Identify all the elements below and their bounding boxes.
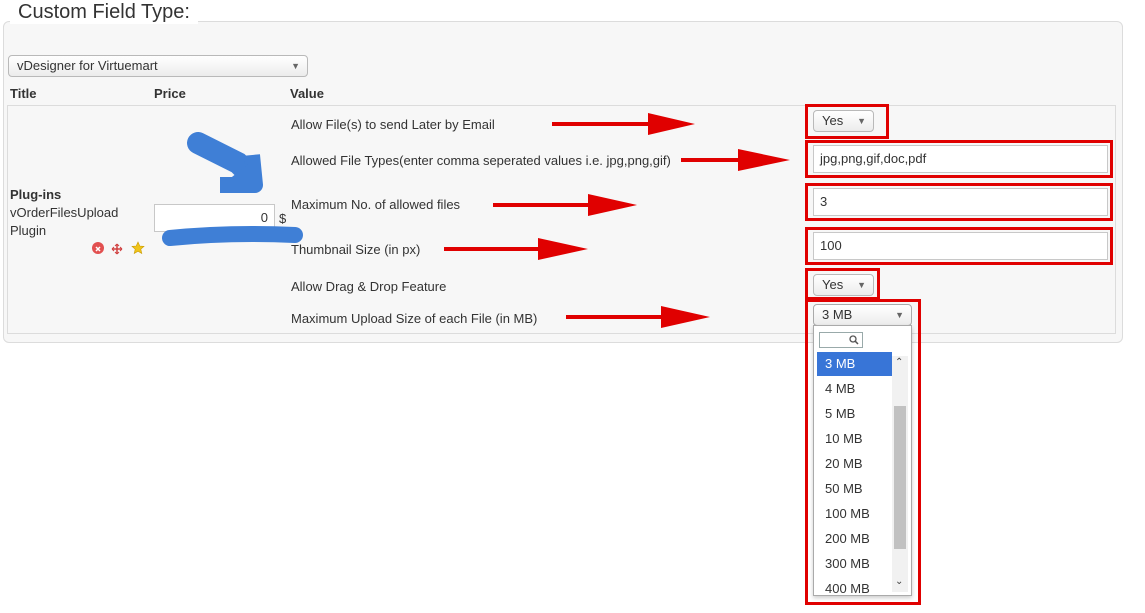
highlight-box	[805, 227, 1113, 265]
highlight-box	[805, 268, 880, 300]
plugin-name-line1: vOrderFilesUpload	[10, 205, 119, 220]
field-type-select-value: vDesigner for Virtuemart	[17, 58, 158, 73]
column-header-value: Value	[290, 86, 324, 101]
thumb-size-label: Thumbnail Size (in px)	[291, 242, 421, 257]
highlight-box	[805, 183, 1113, 221]
max-files-label: Maximum No. of allowed files	[291, 197, 461, 212]
max-upload-label: Maximum Upload Size of each File (in MB)	[291, 311, 538, 326]
plugin-group: Plug-ins	[10, 187, 62, 202]
highlight-box	[805, 299, 921, 605]
move-icon[interactable]	[111, 242, 123, 255]
highlight-box	[805, 104, 889, 139]
column-header-title: Title	[10, 86, 37, 101]
allow-send-later-label: Allow File(s) to send Later by Email	[291, 117, 495, 132]
star-icon[interactable]	[131, 241, 145, 255]
field-type-select[interactable]: vDesigner for Virtuemart ▼	[8, 55, 308, 77]
drag-drop-label: Allow Drag & Drop Feature	[291, 279, 447, 294]
remove-icon[interactable]	[92, 242, 104, 254]
column-header-price: Price	[154, 86, 186, 101]
highlight-box	[805, 140, 1113, 178]
chevron-down-icon: ▼	[291, 61, 300, 71]
highlighter-stroke-icon	[162, 226, 303, 246]
allowed-types-label: Allowed File Types(enter comma seperated…	[291, 153, 671, 168]
plugin-name-line2: Plugin	[10, 223, 47, 238]
fieldset-legend: Custom Field Type:	[10, 0, 198, 24]
